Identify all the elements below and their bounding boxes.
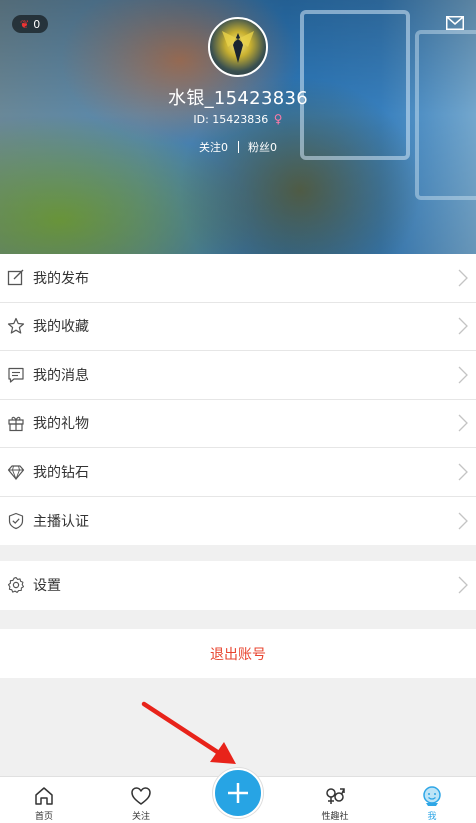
follow-count[interactable]: 关注0 — [199, 141, 228, 154]
menu-item-label: 我的发布 — [33, 270, 89, 287]
gender-icon — [326, 788, 345, 804]
tab-label: 首页 — [34, 812, 53, 822]
divider — [237, 141, 239, 153]
fans-count[interactable]: 粉丝0 — [248, 141, 277, 154]
tab-me[interactable]: 我 — [392, 777, 472, 823]
chevron-right-icon — [458, 269, 468, 287]
female-gender-icon: ♀ — [273, 112, 283, 126]
menu-item-my-diamonds[interactable]: 我的钻石 — [0, 448, 476, 497]
chevron-right-icon — [458, 317, 468, 335]
menu-item-settings[interactable]: 设置 — [0, 561, 476, 610]
menu-item-my-messages[interactable]: 我的消息 — [0, 351, 476, 400]
maple-leaf-icon: ❦ — [20, 17, 30, 31]
menu-item-label: 我的收藏 — [33, 319, 89, 336]
menu-item-anchor-verification[interactable]: 主播认证 — [0, 496, 476, 545]
chevron-right-icon — [458, 414, 468, 432]
menu-item-my-gifts[interactable]: 我的礼物 — [0, 399, 476, 448]
message-icon — [7, 366, 25, 384]
create-post-button[interactable] — [213, 768, 263, 818]
tab-label: 关注 — [131, 812, 150, 822]
gift-count: 0 — [33, 17, 41, 31]
chevron-right-icon — [458, 463, 468, 481]
avatar-image — [222, 31, 254, 63]
logout-button[interactable]: 退出账号 — [0, 629, 476, 678]
tab-label: 性趣社 — [321, 812, 349, 822]
menu-item-label: 主播认证 — [33, 513, 89, 530]
edit-icon — [7, 269, 25, 287]
plus-icon — [228, 783, 248, 803]
home-icon — [35, 787, 53, 805]
chevron-right-icon — [458, 512, 468, 530]
diamond-icon — [7, 463, 25, 481]
username: 水银_15423836 — [168, 88, 308, 109]
follow-stats: 关注0 粉丝0 — [0, 139, 476, 155]
menu-item-label: 我的消息 — [33, 367, 89, 384]
menu-item-label: 我的礼物 — [33, 416, 89, 433]
avatar[interactable] — [208, 17, 268, 77]
tab-label: 我 — [427, 812, 437, 822]
menu-item-label: 设置 — [33, 578, 61, 595]
chevron-right-icon — [458, 366, 468, 384]
gift-count-badge[interactable]: ❦ 0 — [12, 15, 49, 33]
tab-community[interactable]: 性趣社 — [295, 777, 375, 823]
annotation-arrow — [141, 701, 236, 764]
gift-icon — [7, 414, 25, 432]
settings-section: 设置 — [0, 561, 476, 610]
shield-check-icon — [7, 512, 25, 530]
profile-face-icon — [423, 786, 441, 806]
menu-item-my-favorites[interactable]: 我的收藏 — [0, 302, 476, 351]
menu-item-my-posts[interactable]: 我的发布 — [0, 254, 476, 303]
profile-menu: 我的发布 我的收藏 我的消息 我的礼物 我的钻石 主播认证 — [0, 254, 476, 545]
chevron-right-icon — [458, 576, 468, 594]
user-id-row: ID: 15423836 ♀ — [0, 112, 476, 126]
gear-icon — [7, 576, 25, 594]
tab-follow[interactable]: 关注 — [101, 777, 181, 823]
star-icon — [7, 317, 25, 335]
heart-icon — [131, 787, 151, 805]
user-id: ID: 15423836 — [193, 113, 269, 126]
mail-icon[interactable] — [446, 16, 464, 30]
menu-item-label: 我的钻石 — [33, 464, 89, 481]
tab-home[interactable]: 首页 — [4, 777, 84, 823]
